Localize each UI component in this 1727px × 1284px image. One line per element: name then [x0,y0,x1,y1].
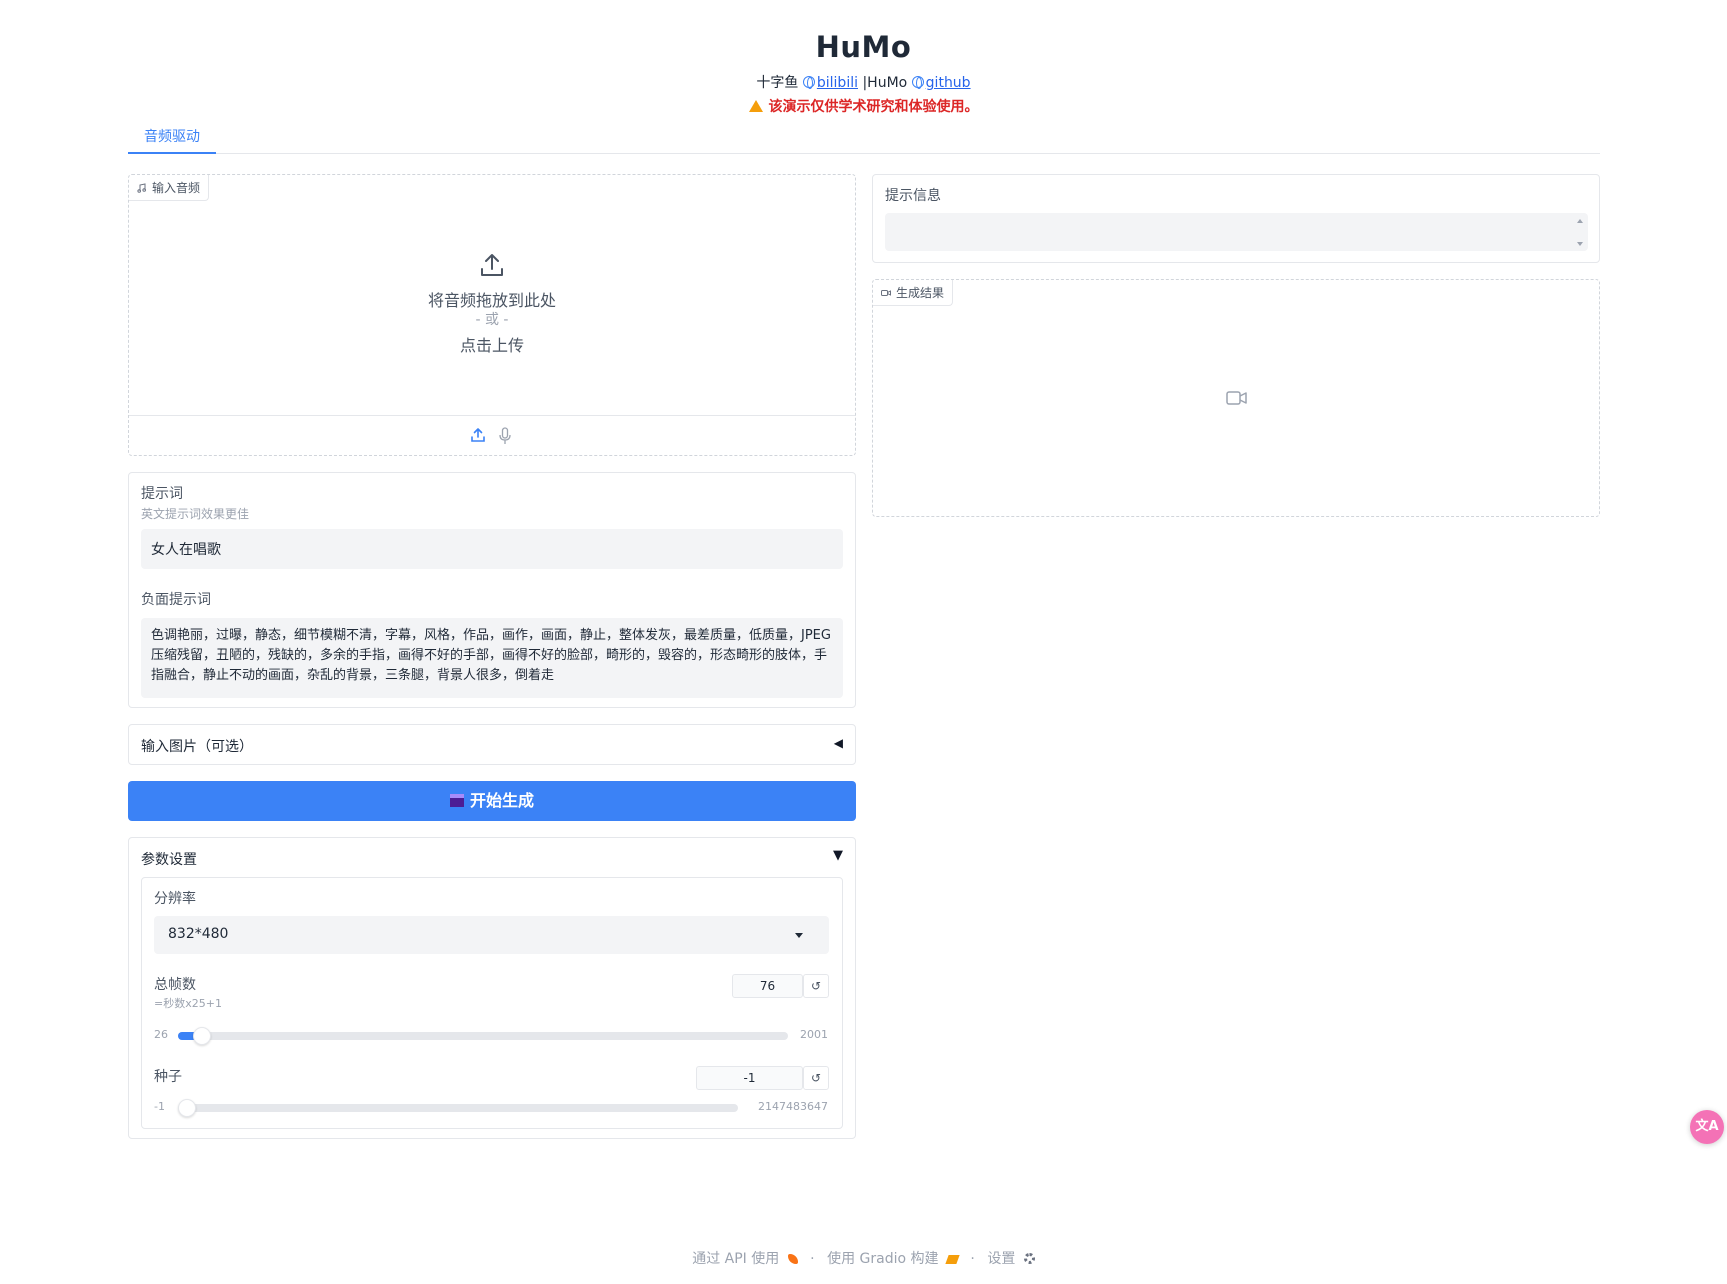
result-label: 生成结果 [873,280,954,306]
humo-separator: |HuMo [862,75,908,91]
globe-icon [802,76,815,89]
clapperboard-icon [449,794,464,807]
click-upload-text: 点击上传 [459,336,524,355]
settings-link[interactable]: 设置 [987,1251,1015,1267]
translate-float-button[interactable]: 文A [1690,1110,1724,1144]
result-video-panel: 生成结果 [872,279,1600,517]
frames-reset-icon[interactable]: ↺ [803,974,829,998]
params-inner-block: 分辨率 832*480 总帧数 =秒数x25+1 76 ↺ 26 2001 种子… [141,877,843,1129]
seed-number-input[interactable]: -1 [696,1066,803,1090]
negative-prompt-label: 负面提示词 [141,592,211,608]
globe-icon [911,76,924,89]
drop-text: 将音频拖放到此处 [427,291,556,310]
gear-icon [1023,1253,1035,1264]
negative-prompt-input[interactable]: 色调艳丽，过曝，静态，细节模糊不清，字幕，风格，作品，画作，画面，静止，整体发灰… [141,618,843,698]
scroll-up-icon[interactable] [1577,219,1583,223]
tab-bar: 音频驱动 [128,128,1600,154]
frames-hint: =秒数x25+1 [154,997,222,1010]
frames-number-input[interactable]: 76 [732,974,803,998]
dropdown-caret-icon [795,933,803,938]
upload-source-icon[interactable] [470,427,486,443]
generate-button-label: 开始生成 [469,791,534,810]
params-accordion: 参数设置 ▼ 分辨率 832*480 总帧数 =秒数x25+1 76 ↺ 26 … [128,837,856,1139]
warning-icon [748,100,763,112]
audio-drop-zone[interactable]: 将音频拖放到此处 - 或 - 点击上传 [129,175,855,431]
author-name: 十字鱼 [756,75,799,91]
github-link[interactable]: github [926,75,971,91]
audio-input-label: 输入音频 [129,175,210,201]
tab-audio-drive[interactable]: 音频驱动 [128,128,216,154]
expand-arrow-icon[interactable]: ▼ [833,848,843,863]
info-panel: 提示信息 [872,174,1600,263]
image-input-accordion[interactable]: 输入图片（可选） ◀ [128,724,856,765]
seed-min: -1 [154,1100,165,1113]
frames-label: 总帧数 [154,977,196,993]
prompt-input[interactable]: 女人在唱歌 [141,529,843,569]
image-input-label: 输入图片（可选） [141,739,253,755]
info-label: 提示信息 [885,188,941,204]
params-label[interactable]: 参数设置 [141,849,197,869]
warning-line: 该演示仅供学术研究和体验使用。 [0,96,1727,116]
microphone-icon[interactable] [498,427,512,445]
bilibili-link[interactable]: bilibili [817,75,858,91]
seed-max: 2147483647 [758,1100,828,1113]
gradio-logo-icon [945,1255,960,1264]
resolution-label: 分辨率 [154,891,196,907]
info-textbox[interactable] [885,213,1588,251]
rocket-icon [787,1254,798,1264]
frames-slider[interactable] [178,1027,788,1045]
video-camera-icon [881,290,891,296]
music-note-icon [137,183,146,193]
prompt-panel: 提示词 英文提示词效果更佳 女人在唱歌 负面提示词 色调艳丽，过曝，静态，细节模… [128,472,856,708]
footer-separator: · [970,1251,975,1267]
page-title: HuMo [815,30,912,64]
generate-button[interactable]: 开始生成 [128,781,856,821]
prompt-hint: 英文提示词效果更佳 [141,507,250,521]
page-header: HuMo 十字鱼 bilibili |HuMo github 该演示仅供学术研究… [0,30,1727,116]
frames-max: 2001 [800,1028,828,1041]
resolution-value: 832*480 [168,926,229,942]
frames-min: 26 [154,1028,168,1041]
seed-slider[interactable] [178,1099,738,1117]
audio-source-bar [129,415,855,455]
scroll-down-icon[interactable] [1577,242,1583,246]
video-placeholder-icon [1226,391,1247,405]
subtitle-line: 十字鱼 bilibili |HuMo github [0,72,1727,92]
footer: 通过 API 使用 · 使用 Gradio 构建 · 设置 [0,1248,1727,1268]
seed-reset-icon[interactable]: ↺ [803,1066,829,1090]
gradio-link[interactable]: 使用 Gradio 构建 [827,1251,938,1267]
footer-separator: · [810,1251,815,1267]
seed-label: 种子 [154,1069,182,1085]
api-link[interactable]: 通过 API 使用 [692,1251,779,1267]
warning-text: 该演示仅供学术研究和体验使用。 [768,99,979,115]
prompt-label: 提示词 [141,486,183,502]
upload-icon [481,254,503,276]
frames-slider-handle[interactable] [193,1027,212,1045]
resolution-select[interactable]: 832*480 [154,916,829,954]
or-text: - 或 - [475,312,509,328]
audio-upload-panel: 将音频拖放到此处 - 或 - 点击上传 输入音频 [128,174,856,456]
seed-slider-handle[interactable] [178,1099,196,1117]
collapse-arrow-icon: ◀ [833,736,843,750]
